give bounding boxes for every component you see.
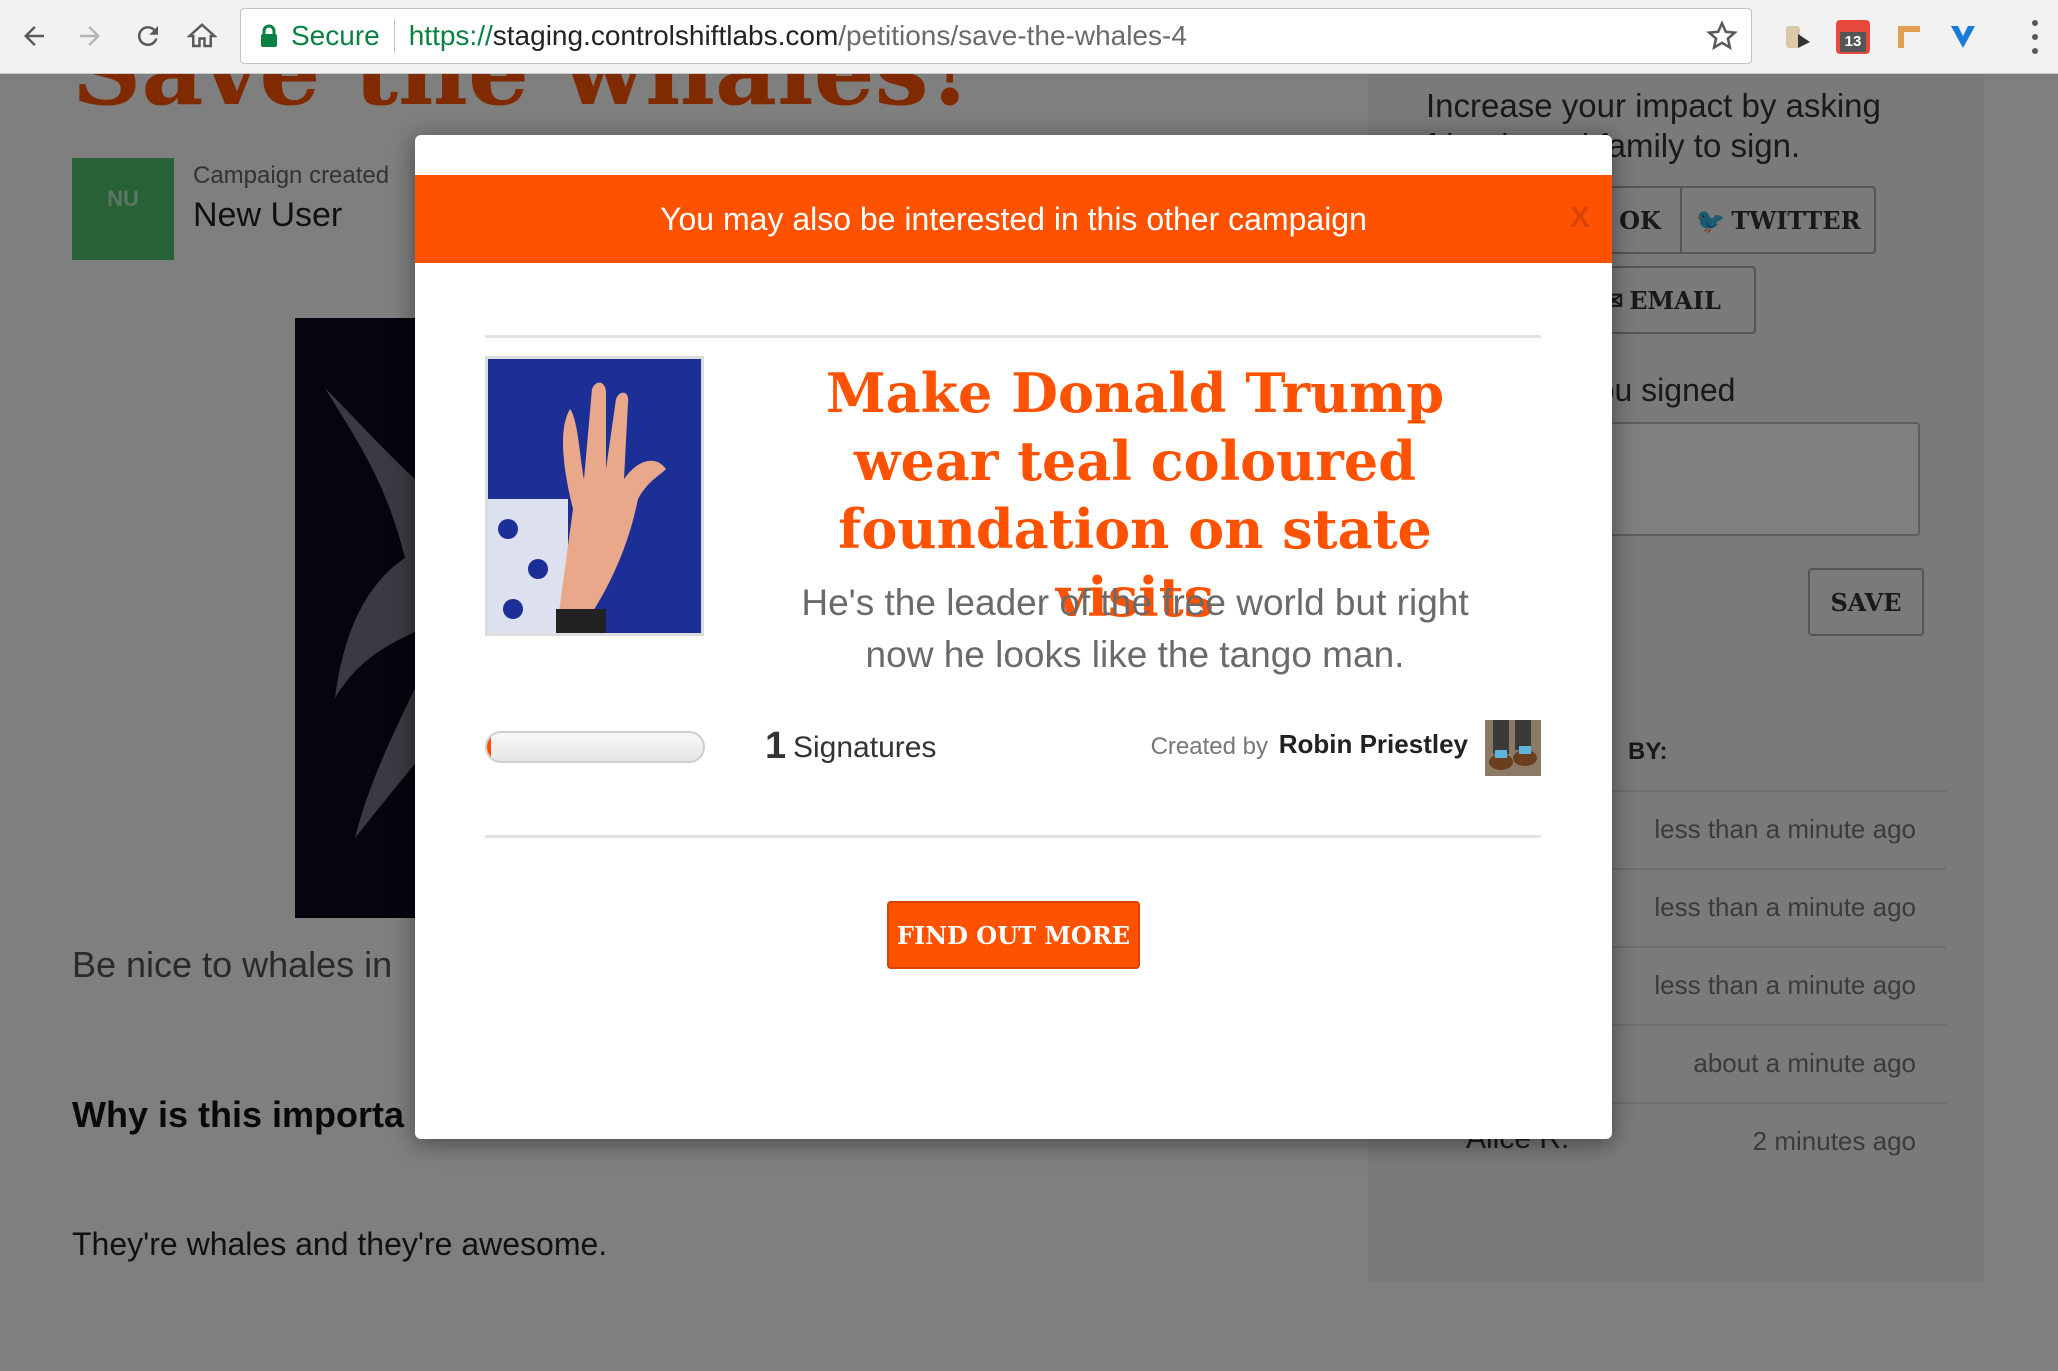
- reload-icon: [137, 26, 158, 47]
- signature-progress-bar: [485, 731, 705, 763]
- campaign-image[interactable]: [485, 356, 704, 636]
- created-by-label: Created by: [1150, 733, 1268, 760]
- calendar-extension-icon[interactable]: 13: [1836, 20, 1870, 54]
- reload-button[interactable]: [124, 12, 172, 60]
- forward-button[interactable]: [66, 12, 114, 60]
- secure-label: Secure: [291, 20, 380, 51]
- address-bar[interactable]: Secure https://staging.controlshiftlabs.…: [240, 8, 1752, 64]
- forward-arrow-icon: [80, 26, 100, 46]
- url-host: staging.controlshiftlabs.com: [492, 20, 839, 51]
- ruler-extension-icon[interactable]: [1892, 20, 1926, 54]
- browser-toolbar: Secure https://staging.controlshiftlabs.…: [0, 0, 2058, 74]
- url-path: /petitions/save-the-whales-4: [838, 20, 1187, 51]
- signature-label: Signatures: [793, 731, 937, 764]
- back-arrow-icon: [24, 26, 44, 46]
- close-button[interactable]: X: [1570, 201, 1590, 235]
- modal-header: You may also be interested in this other…: [415, 175, 1612, 263]
- shield-extension-icon[interactable]: [1946, 20, 1980, 54]
- browser-menu-icon[interactable]: [2030, 20, 2040, 54]
- modal-title: You may also be interested in this other…: [660, 200, 1367, 237]
- campaign-summary: He's the leader of the free world but ri…: [801, 582, 1469, 675]
- url-scheme: https://: [408, 20, 493, 51]
- home-button[interactable]: [178, 12, 226, 60]
- progress-fill: [487, 733, 492, 761]
- extension-icon[interactable]: [1780, 20, 1814, 54]
- find-out-more-button[interactable]: FIND OUT MORE: [887, 901, 1140, 969]
- address-separator: [393, 19, 395, 53]
- home-icon: [187, 23, 217, 48]
- creator-avatar: [1485, 720, 1541, 776]
- calendar-badge: 13: [1840, 32, 1866, 52]
- lock-icon: [261, 24, 277, 47]
- url-text: https://staging.controlshiftlabs.com/pet…: [409, 20, 1187, 52]
- divider-top: [485, 335, 1541, 338]
- signature-count: 1: [765, 725, 787, 767]
- creator-name: Robin Priestley: [1278, 729, 1468, 759]
- back-button[interactable]: [10, 12, 58, 60]
- divider-bottom: [485, 835, 1541, 838]
- related-campaign-modal: You may also be interested in this other…: [415, 135, 1612, 1139]
- bookmark-star-icon[interactable]: [1705, 19, 1739, 53]
